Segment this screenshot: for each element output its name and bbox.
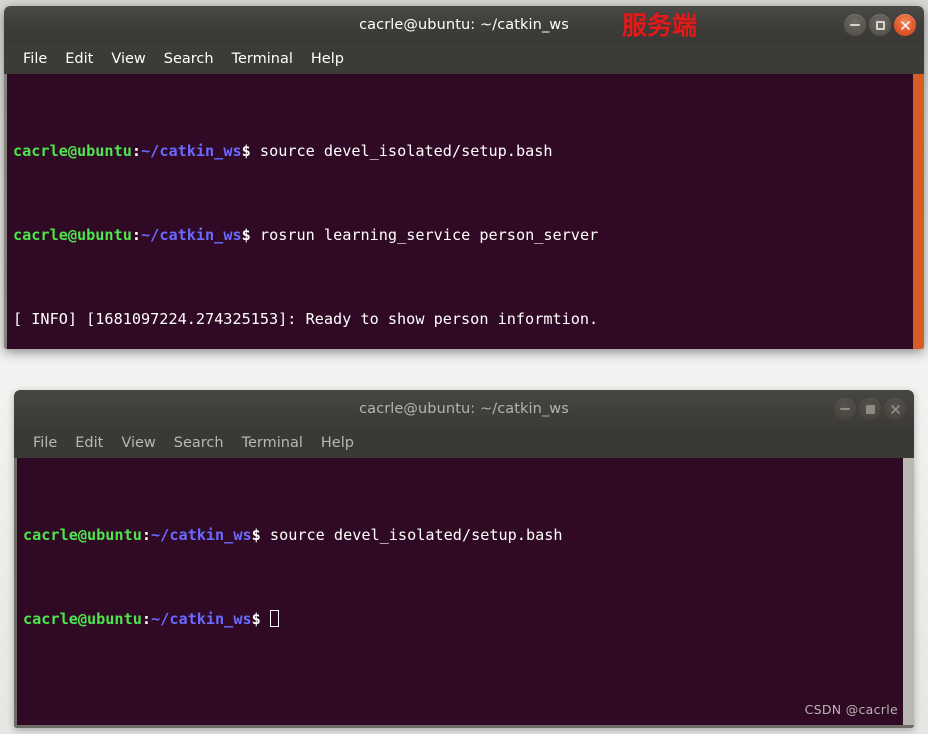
- terminal-line: cacrle@ubuntu:~/catkin_ws$ rosrun learni…: [13, 225, 913, 246]
- prompt-colon: :: [131, 226, 142, 244]
- terminal-body-server: cacrle@ubuntu:~/catkin_ws$ source devel_…: [4, 74, 924, 349]
- terminal-screen-client[interactable]: cacrle@ubuntu:~/catkin_ws$ source devel_…: [17, 458, 903, 725]
- prompt-user: cacrle@ubuntu: [23, 526, 142, 544]
- menu-item-help[interactable]: Help: [312, 432, 363, 454]
- command-text: rosrun learning_service person_server: [259, 226, 599, 244]
- minimize-button[interactable]: [834, 398, 856, 420]
- log-output-text: [ INFO] [1681097224.274325153]: Ready to…: [13, 310, 599, 328]
- minimize-button[interactable]: [844, 14, 866, 36]
- prompt-path: ~/catkin_ws: [151, 610, 252, 628]
- prompt-user: cacrle@ubuntu: [23, 610, 142, 628]
- menu-item-file[interactable]: File: [14, 48, 56, 70]
- terminal-line: cacrle@ubuntu:~/catkin_ws$: [23, 609, 903, 630]
- maximize-button[interactable]: [859, 398, 881, 420]
- menu-item-terminal[interactable]: Terminal: [223, 48, 302, 70]
- minimize-icon: [840, 408, 850, 410]
- terminal-line: cacrle@ubuntu:~/catkin_ws$ source devel_…: [13, 141, 913, 162]
- prompt-symbol: $: [241, 142, 260, 160]
- close-button[interactable]: [884, 398, 906, 420]
- prompt-user: cacrle@ubuntu: [13, 142, 132, 160]
- menu-item-terminal[interactable]: Terminal: [233, 432, 312, 454]
- menu-item-help[interactable]: Help: [302, 48, 353, 70]
- titlebar-server[interactable]: cacrle@ubuntu: ~/catkin_ws 服务端: [4, 6, 924, 44]
- window-controls-server: [844, 6, 916, 44]
- terminal-line: cacrle@ubuntu:~/catkin_ws$ source devel_…: [23, 525, 903, 546]
- close-icon: [900, 20, 911, 31]
- command-text: source devel_isolated/setup.bash: [269, 526, 563, 544]
- terminal-scrollbar-server[interactable]: [913, 74, 924, 349]
- prompt-colon: :: [141, 610, 152, 628]
- annotation-server-label: 服务端: [622, 11, 698, 40]
- command-text: source devel_isolated/setup.bash: [259, 142, 553, 160]
- terminal-window-client[interactable]: cacrle@ubuntu: ~/catkin_ws File Edit Vie…: [14, 390, 914, 728]
- window-controls-client: [834, 390, 906, 428]
- prompt-path: ~/catkin_ws: [151, 526, 252, 544]
- menu-item-edit[interactable]: Edit: [66, 432, 112, 454]
- prompt-symbol: $: [251, 610, 270, 628]
- menu-item-search[interactable]: Search: [155, 48, 223, 70]
- terminal-window-server[interactable]: cacrle@ubuntu: ~/catkin_ws 服务端 File Edit: [4, 6, 924, 349]
- close-button[interactable]: [894, 14, 916, 36]
- terminal-screen-server[interactable]: cacrle@ubuntu:~/catkin_ws$ source devel_…: [7, 74, 913, 349]
- terminal-cursor: [269, 610, 279, 627]
- window-title: cacrle@ubuntu: ~/catkin_ws: [359, 401, 569, 417]
- maximize-icon: [865, 404, 875, 414]
- menu-item-view[interactable]: View: [102, 48, 154, 70]
- menubar-server: File Edit View Search Terminal Help: [4, 44, 924, 74]
- terminal-line: [ INFO] [1681097224.274325153]: Ready to…: [13, 309, 913, 330]
- prompt-colon: :: [131, 142, 142, 160]
- prompt-symbol: $: [241, 226, 260, 244]
- menu-item-search[interactable]: Search: [165, 432, 233, 454]
- prompt-path: ~/catkin_ws: [141, 226, 242, 244]
- menubar-client: File Edit View Search Terminal Help: [14, 428, 914, 458]
- close-icon: [890, 404, 901, 415]
- menu-item-file[interactable]: File: [24, 432, 66, 454]
- window-title: cacrle@ubuntu: ~/catkin_ws: [359, 17, 569, 33]
- prompt-symbol: $: [251, 526, 270, 544]
- watermark-label: CSDN @cacrle: [804, 702, 898, 717]
- prompt-path: ~/catkin_ws: [141, 142, 242, 160]
- maximize-icon: [875, 20, 885, 30]
- prompt-colon: :: [141, 526, 152, 544]
- maximize-button[interactable]: [869, 14, 891, 36]
- minimize-icon: [850, 24, 860, 26]
- menu-item-view[interactable]: View: [112, 432, 164, 454]
- terminal-body-client: cacrle@ubuntu:~/catkin_ws$ source devel_…: [14, 458, 914, 728]
- prompt-user: cacrle@ubuntu: [13, 226, 132, 244]
- terminal-scrollbar-client[interactable]: [903, 458, 914, 725]
- titlebar-client[interactable]: cacrle@ubuntu: ~/catkin_ws: [14, 390, 914, 428]
- menu-item-edit[interactable]: Edit: [56, 48, 102, 70]
